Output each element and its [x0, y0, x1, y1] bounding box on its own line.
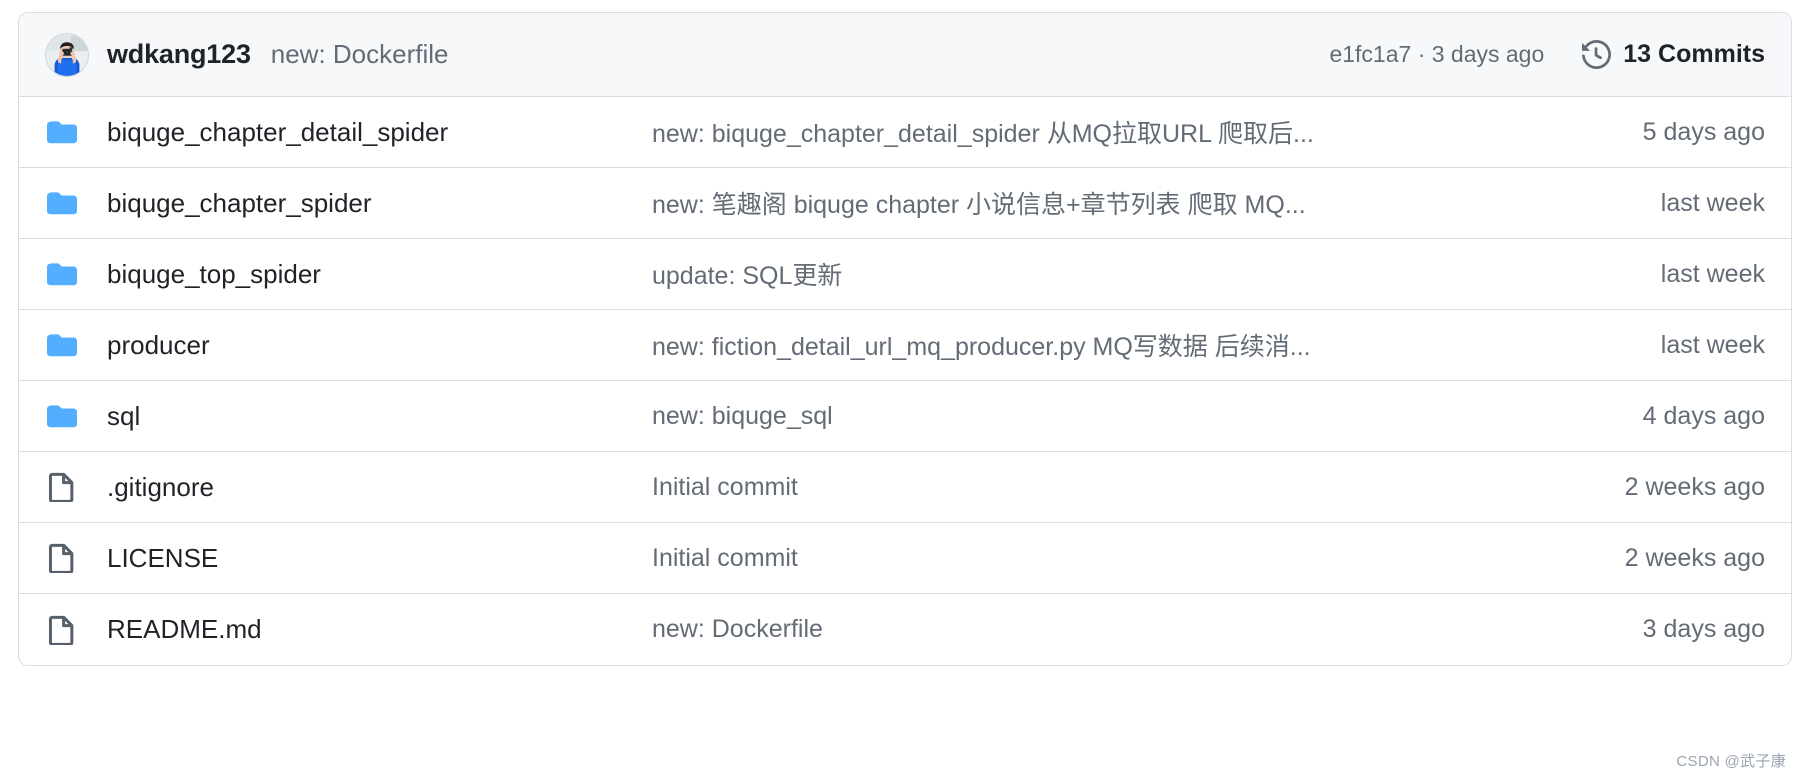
file-name-link[interactable]: producer	[107, 330, 652, 361]
file-icon	[45, 613, 79, 647]
repository-file-browser: wdkang123 new: Dockerfile e1fc1a7 · 3 da…	[0, 0, 1810, 780]
avatar[interactable]	[45, 32, 89, 77]
file-commit-time: 3 days ago	[1642, 615, 1765, 643]
file-row[interactable]: biquge_top_spider update: SQL更新 last week	[19, 239, 1791, 310]
file-commit-message[interactable]: new: 笔趣阁 biquge chapter 小说信息+章节列表 爬取 MQ.…	[652, 185, 1661, 221]
file-icon	[45, 541, 79, 575]
file-name-link[interactable]: biquge_top_spider	[107, 259, 652, 290]
commits-count-link[interactable]: 13 Commits	[1582, 40, 1765, 69]
folder-icon	[45, 328, 79, 362]
folder-icon	[45, 399, 79, 433]
commit-hash-and-date[interactable]: e1fc1a7 · 3 days ago	[1329, 41, 1544, 68]
file-commit-time: 2 weeks ago	[1624, 543, 1765, 572]
file-row[interactable]: README.md new: Dockerfile 3 days ago	[19, 594, 1791, 665]
file-commit-time: 4 days ago	[1642, 401, 1765, 430]
file-name-link[interactable]: .gitignore	[107, 472, 652, 503]
file-commit-message[interactable]: new: fiction_detail_url_mq_producer.py M…	[652, 327, 1661, 363]
commits-count-label: 13 Commits	[1623, 40, 1765, 68]
file-commit-time: last week	[1660, 330, 1765, 359]
file-name-link[interactable]: README.md	[107, 614, 652, 645]
file-commit-message[interactable]: new: biquge_chapter_detail_spider 从MQ拉取U…	[652, 114, 1643, 150]
file-commit-message[interactable]: new: Dockerfile	[652, 615, 1643, 644]
file-row[interactable]: producer new: fiction_detail_url_mq_produ…	[19, 310, 1791, 381]
commit-author-name[interactable]: wdkang123	[107, 39, 251, 70]
file-row[interactable]: LICENSE Initial commit 2 weeks ago	[19, 523, 1791, 594]
user-avatar-photo	[46, 33, 88, 76]
file-commit-message[interactable]: Initial commit	[652, 473, 1625, 502]
file-commit-time: last week	[1660, 188, 1765, 217]
latest-commit-message[interactable]: new: Dockerfile	[271, 39, 449, 70]
file-name-link[interactable]: sql	[107, 401, 652, 432]
file-commit-time: 2 weeks ago	[1624, 472, 1765, 501]
file-list: biquge_chapter_detail_spider new: biquge_…	[19, 97, 1791, 665]
folder-icon	[45, 257, 79, 291]
file-commit-time: last week	[1660, 259, 1765, 288]
file-icon	[45, 470, 79, 504]
file-row[interactable]: biquge_chapter_detail_spider new: biquge_…	[19, 97, 1791, 168]
file-row[interactable]: .gitignore Initial commit 2 weeks ago	[19, 452, 1791, 523]
file-row[interactable]: biquge_chapter_spider new: 笔趣阁 biquge cha…	[19, 168, 1791, 239]
file-commit-time: 5 days ago	[1642, 117, 1765, 146]
file-commit-message[interactable]: new: biquge_sql	[652, 402, 1643, 431]
history-icon	[1582, 40, 1612, 69]
folder-icon	[45, 115, 79, 149]
watermark: CSDN @武子康	[1676, 753, 1786, 770]
file-commit-message[interactable]: update: SQL更新	[652, 256, 1661, 292]
file-name-link[interactable]: biquge_chapter_detail_spider	[107, 117, 652, 148]
file-name-link[interactable]: biquge_chapter_spider	[107, 188, 652, 219]
file-name-link[interactable]: LICENSE	[107, 543, 652, 574]
file-commit-message[interactable]: Initial commit	[652, 544, 1625, 573]
folder-icon	[45, 186, 79, 220]
file-row[interactable]: sql new: biquge_sql 4 days ago	[19, 381, 1791, 452]
latest-commit-bar: wdkang123 new: Dockerfile e1fc1a7 · 3 da…	[19, 13, 1791, 97]
repo-file-table-card: wdkang123 new: Dockerfile e1fc1a7 · 3 da…	[18, 12, 1792, 666]
